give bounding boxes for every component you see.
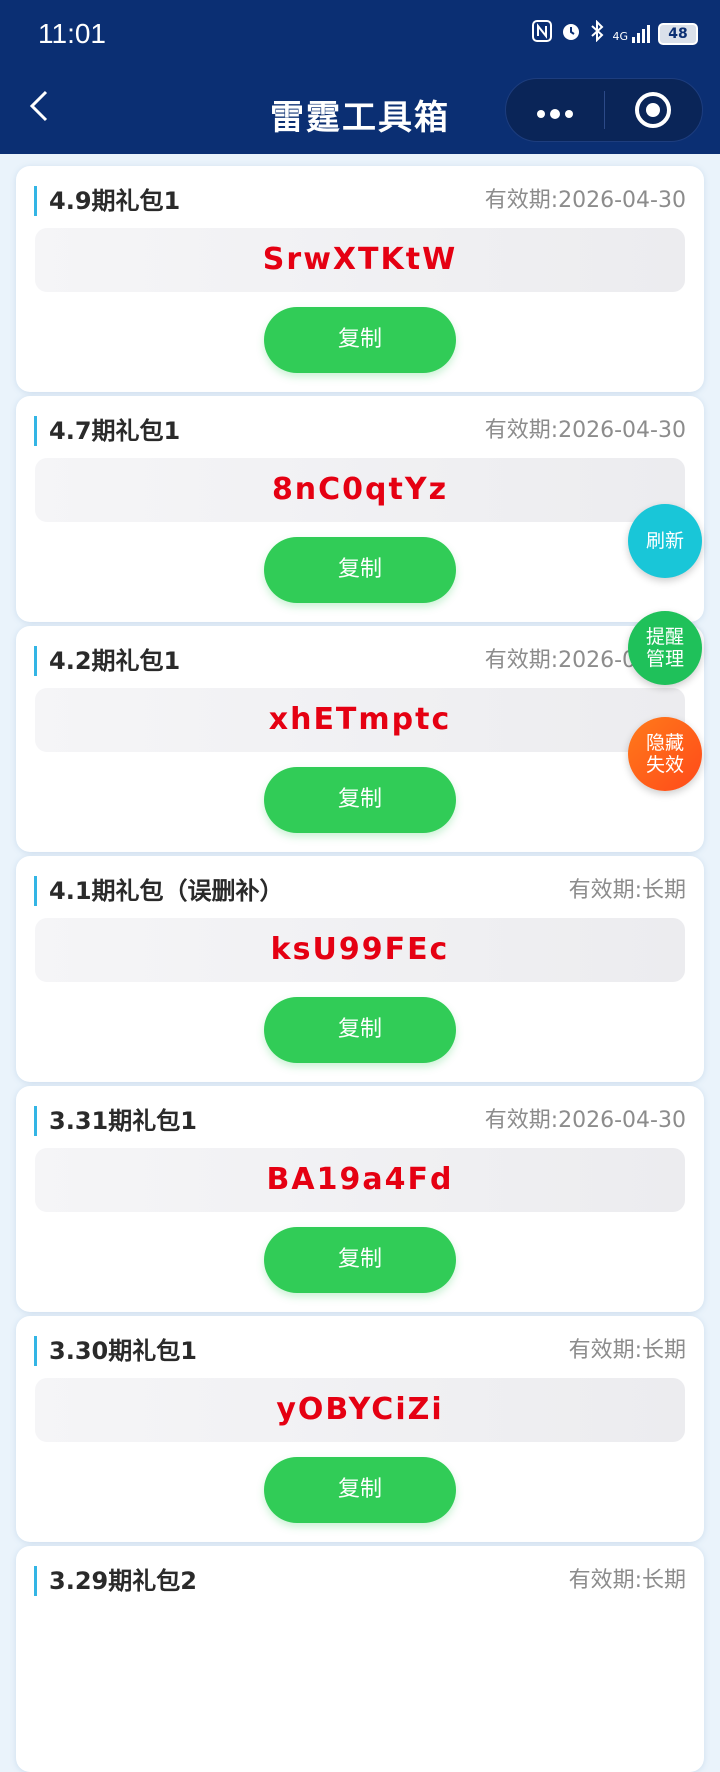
hide-expired-button[interactable]: 隐藏 失效 [628, 717, 702, 791]
gift-card: 3.31期礼包1 有效期:2026-04-30 BA19a4Fd 复制 [16, 1086, 704, 1312]
gift-code: ksU99FEc [35, 918, 685, 982]
card-title: 4.1期礼包（误删补） [34, 876, 284, 906]
mini-program-capsule [505, 78, 703, 142]
gift-code: xhETmptc [35, 688, 685, 752]
card-title: 4.2期礼包1 [34, 646, 180, 676]
alarm-icon [560, 20, 582, 48]
card-title: 4.7期礼包1 [34, 416, 180, 446]
card-expiry: 有效期:长期 [568, 1338, 686, 1363]
copy-button[interactable]: 复制 [264, 307, 456, 373]
hide-label-line2: 失效 [645, 754, 684, 776]
gift-code: yOBYCiZi [35, 1378, 685, 1442]
card-title: 3.29期礼包2 [34, 1566, 197, 1596]
hide-label-line1: 隐藏 [645, 732, 684, 754]
refresh-label: 刷新 [645, 530, 684, 552]
target-circle-icon [635, 92, 672, 128]
gift-card: 3.29期礼包2 有效期:长期 [16, 1546, 704, 1772]
gift-code: 8nC0qtYz [35, 458, 685, 522]
copy-button[interactable]: 复制 [264, 767, 456, 833]
nav-bar: 雷霆工具箱 [0, 66, 720, 154]
close-program-button[interactable] [605, 92, 703, 128]
reminder-label-line2: 管理 [645, 648, 684, 670]
card-expiry: 有效期:2026-04-30 [484, 188, 686, 213]
card-expiry: 有效期:2026-04-30 [484, 418, 686, 443]
card-expiry: 有效期:2026-04-30 [484, 1108, 686, 1133]
card-title: 4.9期礼包1 [34, 186, 180, 216]
reminder-label-line1: 提醒 [645, 626, 684, 648]
status-bar: 11:01 4G 48 [0, 0, 720, 66]
status-time: 11:01 [38, 18, 106, 49]
copy-button[interactable]: 复制 [264, 997, 456, 1063]
status-icons: 4G 48 [532, 19, 698, 48]
card-expiry: 有效期:长期 [568, 878, 686, 903]
battery-icon: 48 [658, 23, 698, 45]
network-type: 4G [612, 30, 628, 43]
signal-icon: 4G [612, 25, 650, 43]
card-expiry: 有效期:长期 [568, 1568, 686, 1593]
more-button[interactable] [506, 93, 604, 128]
bluetooth-icon [590, 19, 604, 48]
gift-card: 3.30期礼包1 有效期:长期 yOBYCiZi 复制 [16, 1316, 704, 1542]
gift-card: 4.9期礼包1 有效期:2026-04-30 SrwXTKtW 复制 [16, 166, 704, 392]
copy-button[interactable]: 复制 [264, 537, 456, 603]
reminder-manage-button[interactable]: 提醒 管理 [628, 611, 702, 685]
card-title: 3.31期礼包1 [34, 1106, 197, 1136]
gift-card: 4.2期礼包1 有效期:2026-04-30 xhETmptc 复制 [16, 626, 704, 852]
card-title: 3.30期礼包1 [34, 1336, 197, 1366]
nfc-icon [532, 20, 553, 48]
gift-card: 4.1期礼包（误删补） 有效期:长期 ksU99FEc 复制 [16, 856, 704, 1082]
refresh-button[interactable]: 刷新 [628, 504, 702, 578]
copy-button[interactable]: 复制 [264, 1227, 456, 1293]
gift-card: 4.7期礼包1 有效期:2026-04-30 8nC0qtYz 复制 [16, 396, 704, 622]
more-dots-icon [536, 108, 573, 119]
gift-code: BA19a4Fd [35, 1148, 685, 1212]
gift-code: SrwXTKtW [35, 228, 685, 292]
copy-button[interactable]: 复制 [264, 1457, 456, 1523]
